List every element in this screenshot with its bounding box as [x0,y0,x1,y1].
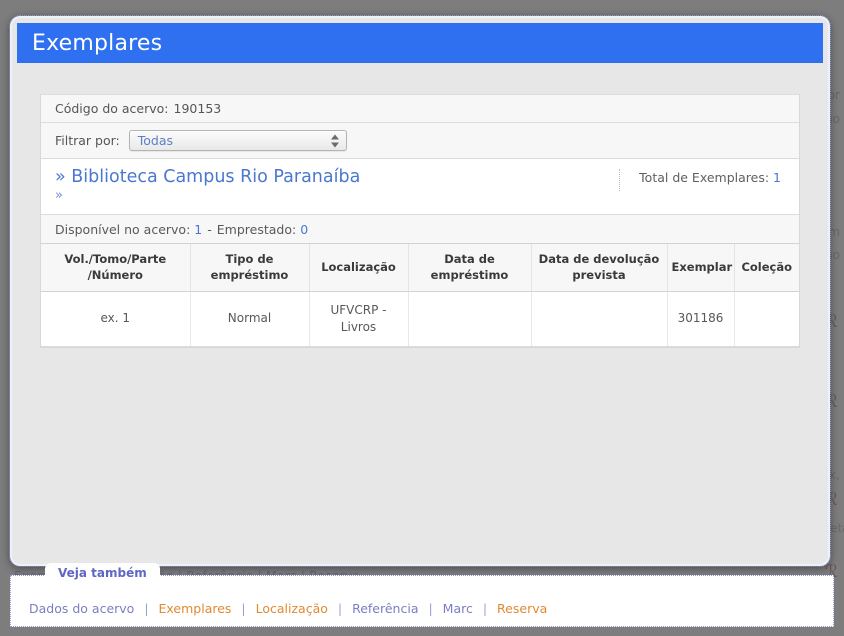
loaned-label: Emprestado: [216,221,297,237]
link-dados-do-acervo[interactable]: Dados do acervo [29,601,134,616]
cell-vol: ex. 1 [41,291,190,347]
col-header-localizacao[interactable]: Localização [308,242,408,293]
tab-veja-tambem[interactable]: Veja também [45,563,160,582]
link-separator-5: | [482,601,488,616]
filter-select[interactable]: Todas [128,130,347,151]
cell-data-devolucao [530,291,667,347]
col-header-data-devolucao[interactable]: Data de devolução prevista [530,242,667,293]
col-header-data-emprestimo[interactable]: Data de empréstimo [407,242,531,293]
library-name: Biblioteca Campus Rio Paranaíba [71,167,361,187]
filter-select-value: Todas [137,133,174,148]
acervo-code-label: Código do acervo: [55,101,169,116]
available-value: 1 [194,221,203,237]
total-exemplares: Total de Exemplares: 1 [639,170,781,185]
cell-colecao [733,291,799,347]
cell-data-emprestimo [407,291,531,347]
available-label: Disponível no acervo: [55,221,191,237]
link-referencia[interactable]: Referência [352,601,418,616]
filter-row: Filtrar por: Todas [41,122,799,158]
table-header-row: Vol./Tomo/Parte /Número Tipo de emprésti… [41,242,799,293]
total-exemplares-label: Total de Exemplares: [639,170,770,185]
availability-separator: - [207,221,212,237]
exemplares-content-card: Código do acervo: 190153 Filtrar por: To… [40,94,800,348]
filter-label: Filtrar por: [55,133,120,148]
cell-tipo: Normal [189,291,309,347]
col-header-exemplar[interactable]: Exemplar [666,242,734,293]
link-exemplares[interactable]: Exemplares [159,601,232,616]
link-separator-4: | [428,601,433,616]
cell-exemplar: 301186 [666,291,734,347]
page-root: Exemplares | Localização | Referência | … [0,0,844,636]
exemplares-modal: Exemplares Código do acervo: 190153 Filt… [9,15,831,567]
veja-tambem-panel: Veja também Dados do acervo | Exemplares… [10,563,834,627]
col-header-vol[interactable]: Vol./Tomo/Parte /Número [41,242,190,293]
link-localizacao[interactable]: Localização [256,601,328,616]
total-exemplares-value: 1 [773,170,781,185]
col-header-tipo[interactable]: Tipo de empréstimo [189,242,309,293]
acervo-code-value: 190153 [173,101,222,116]
loaned-value: 0 [300,221,309,237]
page-title: Exemplares [32,30,163,56]
acervo-code-row: Código do acervo: 190153 [41,94,799,122]
link-separator-1: | [144,601,149,616]
link-reserva[interactable]: Reserva [497,601,547,616]
modal-header: Exemplares [17,23,823,63]
modal-body: Código do acervo: 190153 Filtrar por: To… [12,63,828,564]
veja-tambem-links: Dados do acervo | Exemplares | Localizaç… [29,601,547,616]
link-marc[interactable]: Marc [443,601,473,616]
table-row[interactable]: ex. 1 Normal UFVCRP - Livros 301186 [41,291,799,347]
library-prefix-chevron-icon: » [55,167,66,187]
link-separator-2: | [241,601,246,616]
exemplares-table-wrap: Vol./Tomo/Parte /Número Tipo de emprésti… [41,242,799,347]
exemplares-table: Vol./Tomo/Parte /Número Tipo de emprésti… [41,242,799,347]
cell-localizacao: UFVCRP - Livros [308,291,408,347]
col-header-colecao[interactable]: Coleção [733,242,799,293]
library-expand-chevron-icon[interactable]: » [55,188,785,203]
library-dotted-divider [619,169,620,191]
link-separator-3: | [337,601,343,616]
availability-row: Disponível no acervo: 1 - Emprestado: 0 [41,214,799,243]
chevron-updown-icon[interactable] [330,134,339,147]
library-row: » Biblioteca Campus Rio Paranaíba » Tota… [41,158,799,214]
